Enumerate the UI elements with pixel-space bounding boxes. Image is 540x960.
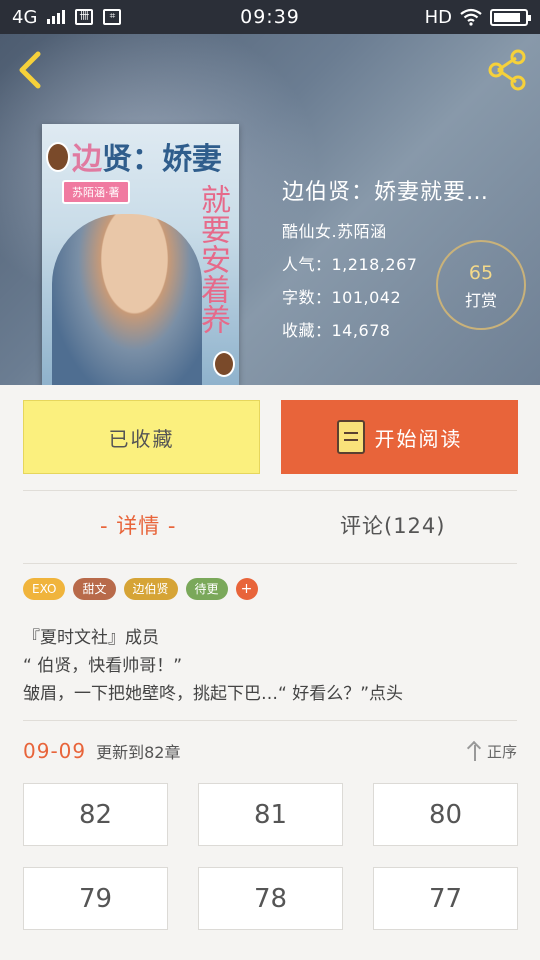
update-row: 09-09 更新到82章 正序 bbox=[23, 736, 517, 766]
chapter-button[interactable]: 82 bbox=[23, 783, 168, 846]
cover-illustration bbox=[52, 214, 202, 385]
cover-side-text: 就要安着养 bbox=[195, 184, 230, 334]
update-date: 09-09 bbox=[23, 739, 87, 763]
collected-label: 已收藏 bbox=[108, 426, 175, 451]
tag-baekhyun[interactable]: 边伯贤 bbox=[123, 578, 178, 600]
divider bbox=[23, 720, 517, 721]
divider bbox=[23, 490, 517, 491]
description-line: 皱眉，一下把她壁咚，挑起下巴…“ 好看么？”点头 bbox=[23, 684, 404, 704]
description-line: “ 伯贤，快看帅哥！” bbox=[23, 656, 183, 676]
tag-exo[interactable]: EXO bbox=[23, 578, 66, 600]
signal-icon bbox=[47, 10, 66, 24]
chapter-button[interactable]: 78 bbox=[198, 867, 343, 930]
start-reading-label: 开始阅读 bbox=[374, 426, 463, 451]
network-type: 4G bbox=[12, 6, 38, 28]
tab-detail[interactable]: - 详情 - bbox=[100, 510, 177, 540]
book-cover[interactable]: 边贤：娇妻 苏陌涵·著 就要安着养 bbox=[42, 124, 239, 385]
description-line: 『夏时文社』成员 bbox=[23, 628, 159, 648]
hd-indicator: HD bbox=[424, 6, 452, 28]
tip-button[interactable]: 65 打赏 bbox=[436, 240, 526, 330]
status-left: 4G 卌 ⌗ bbox=[12, 6, 122, 28]
back-icon[interactable] bbox=[12, 50, 48, 90]
cover-chibi-figure bbox=[213, 351, 235, 377]
cover-title: 边贤：娇妻 bbox=[72, 142, 222, 177]
tag-sweet[interactable]: 甜文 bbox=[73, 578, 116, 600]
add-tag-button[interactable]: + bbox=[235, 578, 258, 600]
chapter-button[interactable]: 77 bbox=[373, 867, 518, 930]
book-title: 边伯贤：娇妻就要… bbox=[282, 180, 490, 205]
book-description[interactable]: 『夏时文社』成员 “ 伯贤，快看帅哥！” 皱眉，一下把她壁咚，挑起下巴…“ 好看… bbox=[23, 624, 523, 708]
screenshot-icon: ⌗ bbox=[103, 9, 122, 25]
start-reading-button[interactable]: 开始阅读 bbox=[281, 400, 518, 474]
book-header: 边贤：娇妻 苏陌涵·著 就要安着养 边伯贤：娇妻就要… 酷仙女.苏陌涵 人气：1… bbox=[0, 34, 540, 385]
tag-list: EXO 甜文 边伯贤 待更 + bbox=[23, 578, 258, 600]
divider bbox=[23, 563, 517, 564]
sort-order-label: 正序 bbox=[486, 742, 517, 761]
sort-order-button[interactable]: 正序 bbox=[467, 741, 517, 762]
book-icon bbox=[336, 420, 365, 454]
tag-ongoing[interactable]: 待更 bbox=[185, 578, 228, 600]
tip-count: 65 bbox=[468, 262, 494, 284]
update-text: 更新到82章 bbox=[96, 743, 181, 762]
wifi-icon bbox=[460, 8, 482, 26]
status-right: HD bbox=[424, 6, 531, 28]
chapter-button[interactable]: 79 bbox=[23, 867, 168, 930]
tip-label: 打赏 bbox=[464, 291, 497, 310]
chapter-button[interactable]: 81 bbox=[198, 783, 343, 846]
chapter-button[interactable]: 80 bbox=[373, 783, 518, 846]
cover-chibi-figure bbox=[46, 142, 70, 172]
status-bar: 4G 卌 ⌗ 09:39 HD bbox=[0, 0, 540, 34]
arrow-up-icon bbox=[467, 741, 483, 761]
battery-icon bbox=[490, 8, 531, 26]
tab-comments[interactable]: 评论(124) bbox=[340, 510, 445, 540]
book-author[interactable]: 酷仙女.苏陌涵 bbox=[282, 218, 532, 242]
collected-button[interactable]: 已收藏 bbox=[23, 400, 260, 474]
notification-icon: 卌 bbox=[75, 9, 94, 25]
cover-author-badge: 苏陌涵·著 bbox=[62, 180, 130, 204]
share-icon[interactable] bbox=[486, 48, 530, 92]
